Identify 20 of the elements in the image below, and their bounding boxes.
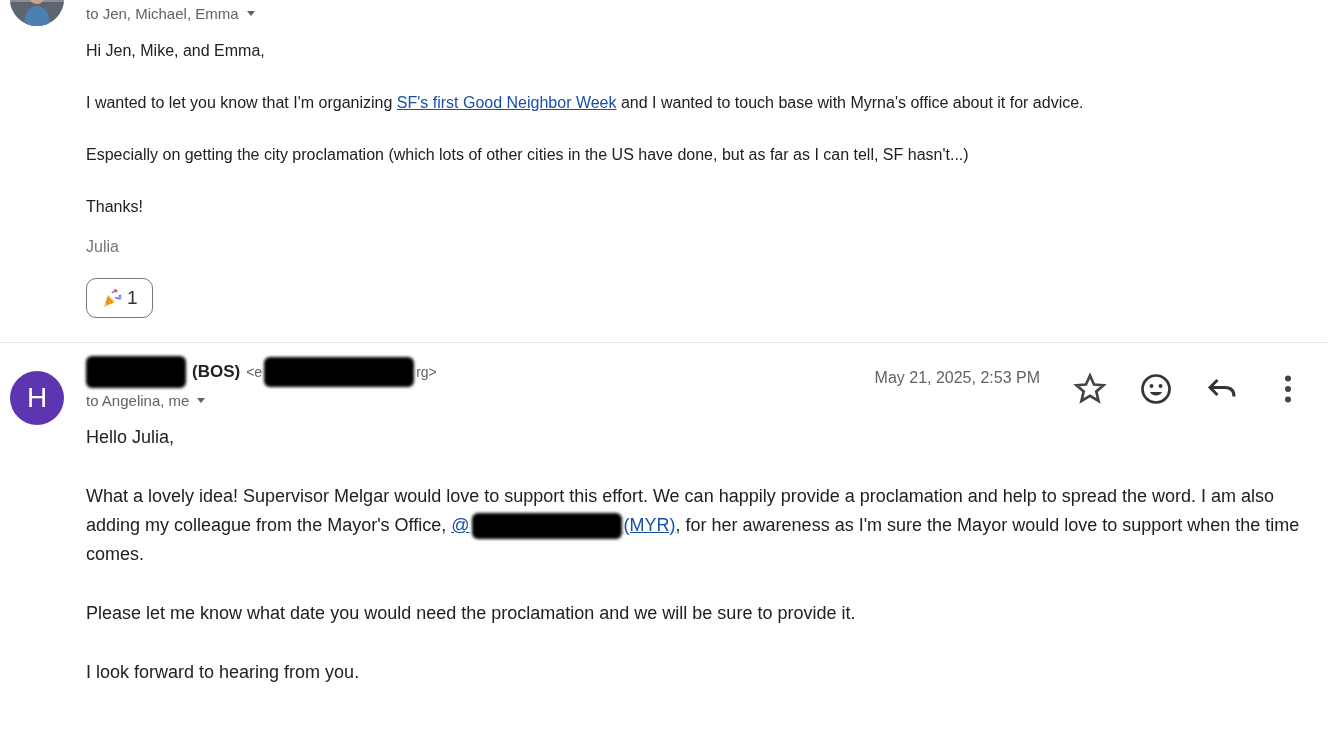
message-paragraph: Hello Julia, — [86, 426, 176, 449]
message-paragraph: Especially on getting the city proclamation (which lots of other cities in the US have done, but as far as I can tell, SF hasn't...) — [86, 145, 970, 165]
message-paragraph: What a lovely idea! Supervisor Melgar would love to support this effort. We can happily provide a proclamation and help to spread the word. I am also adding my colleague from the Mayor's Office, @ (MYR), for her awareness as I'm sure the Mayor would love to support when the time comes. — [86, 485, 1301, 566]
message-paragraph: Thanks! — [86, 197, 144, 217]
recipients: to Angelina, me — [86, 391, 190, 409]
event-link[interactable]: SF's first Good Neighbor Week — [396, 94, 617, 111]
avatar[interactable]: H — [10, 371, 64, 425]
signature: Julia — [86, 238, 120, 256]
party-popper-icon — [101, 287, 123, 309]
sender-name: (BOS) — [192, 362, 241, 382]
message-paragraph: Hi Jen, Mike, and Emma, — [86, 41, 266, 61]
message-date: May 21, 2025, 2:53 PM — [874, 369, 1040, 387]
reaction-chip[interactable]: 1 — [86, 278, 153, 318]
sender-email: rg> — [416, 364, 437, 380]
recipients: to Jen, Michael, Emma — [86, 4, 239, 22]
message-paragraph: I look forward to hearing from you. — [86, 661, 361, 684]
mention-link[interactable]: @ (MYR) — [451, 511, 676, 540]
message-paragraph: I wanted to let you know that I'm organizing SF's first Good Neighbor Week and I wanted to touch base with Myrna's office about it for advice. — [86, 93, 1085, 113]
message-paragraph: Please let me know what date you would need the proclamation and we will be sure to provide it. — [86, 602, 857, 625]
sender-email: <e — [246, 364, 263, 380]
